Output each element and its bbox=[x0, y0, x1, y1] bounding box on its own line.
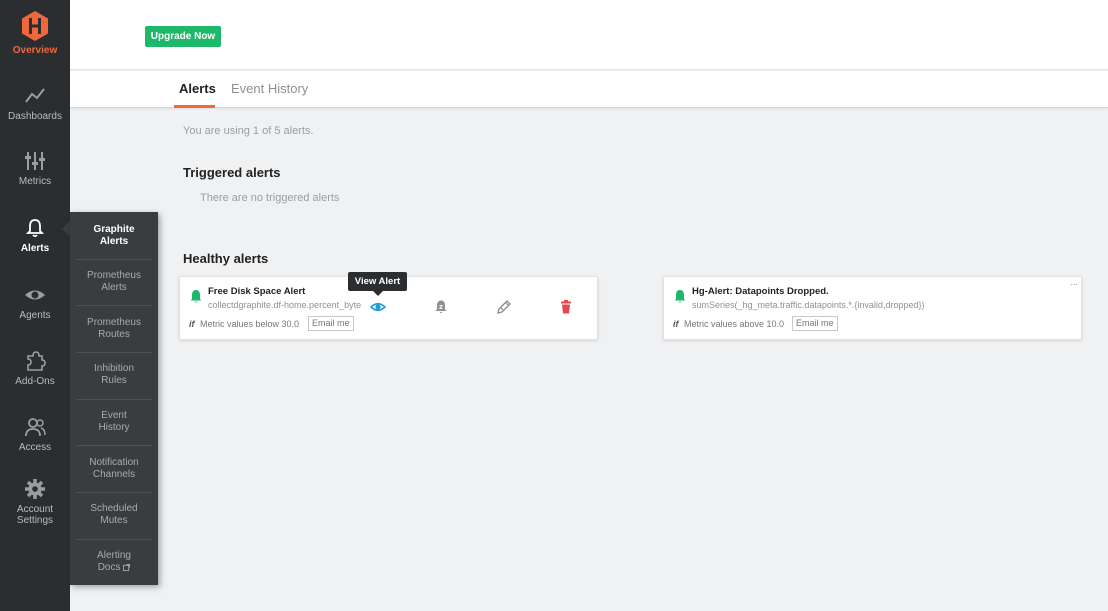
nav-dashboards-label: Dashboards bbox=[8, 111, 62, 122]
edit-alert-icon[interactable] bbox=[496, 299, 512, 315]
submenu-scheduled-mutes[interactable]: Scheduled Mutes bbox=[76, 503, 152, 526]
submenu-label: Rules bbox=[101, 374, 127, 386]
active-tab-indicator bbox=[174, 105, 215, 108]
nav-overview[interactable]: Overview bbox=[0, 10, 70, 56]
submenu-prometheus-alerts[interactable]: Prometheus Alerts bbox=[76, 270, 152, 293]
tab-bar: Alerts Event History bbox=[70, 71, 1108, 108]
tab-alerts[interactable]: Alerts bbox=[179, 81, 216, 96]
submenu-label: Channels bbox=[92, 468, 136, 480]
submenu-label: History bbox=[98, 421, 130, 433]
submenu-label: Docs bbox=[97, 561, 121, 573]
submenu-label: Alerts bbox=[99, 235, 129, 247]
submenu-inhibition-rules[interactable]: Inhibition Rules bbox=[76, 363, 152, 386]
alert-query: sumSeries(_hg_meta.traffic.datapoints.*.… bbox=[692, 300, 925, 310]
nav-account-settings-label-2: Settings bbox=[16, 515, 54, 526]
submenu-alerting-docs[interactable]: Alerting Docs bbox=[76, 550, 152, 573]
healthy-alerts-heading: Healthy alerts bbox=[183, 251, 269, 266]
divider bbox=[76, 259, 152, 260]
nav-metrics-label: Metrics bbox=[18, 176, 52, 187]
alert-name: Hg-Alert: Datapoints Dropped. bbox=[692, 286, 829, 297]
divider bbox=[76, 539, 152, 540]
submenu-graphite-alerts[interactable]: Graphite Alerts bbox=[76, 224, 152, 247]
submenu-label: Notification bbox=[89, 457, 139, 468]
top-bar: Upgrade Now bbox=[70, 0, 1108, 70]
email-me-badge[interactable]: Email me bbox=[308, 316, 354, 331]
submenu-label: Prometheus bbox=[87, 270, 141, 281]
sliders-icon bbox=[25, 152, 45, 170]
submenu-label: Event bbox=[101, 410, 127, 421]
nav-access[interactable]: Access bbox=[0, 416, 70, 453]
submenu-label: Scheduled bbox=[90, 503, 138, 514]
triggered-alerts-heading: Triggered alerts bbox=[183, 165, 281, 180]
nav-account-settings-label-1: Account bbox=[16, 504, 54, 515]
line-chart-icon bbox=[25, 88, 45, 103]
alert-condition: Metric values below 30.0 bbox=[200, 319, 300, 329]
alert-query: collectdgraphite.df-home.percent_byte bbox=[208, 300, 362, 310]
submenu-label: Mutes bbox=[100, 514, 128, 526]
upgrade-now-button[interactable]: Upgrade Now bbox=[145, 26, 221, 47]
nav-overview-label: Overview bbox=[12, 45, 58, 56]
hostedgraphite-logo-icon bbox=[22, 11, 48, 41]
submenu-event-history[interactable]: Event History bbox=[76, 410, 152, 433]
delete-alert-icon[interactable] bbox=[558, 299, 574, 315]
nav-agents-label: Agents bbox=[19, 310, 51, 321]
submenu-label: Routes bbox=[98, 328, 130, 340]
alerts-submenu: Graphite Alerts Prometheus Alerts Promethe… bbox=[70, 212, 158, 585]
bell-icon bbox=[674, 290, 686, 303]
puzzle-icon bbox=[27, 351, 46, 371]
mute-alert-icon[interactable]: Z bbox=[433, 299, 449, 315]
tab-event-history[interactable]: Event History bbox=[231, 81, 308, 96]
alert-condition: Metric values above 10.0 bbox=[684, 319, 785, 329]
view-alert-icon[interactable] bbox=[370, 299, 386, 315]
submenu-notification-channels[interactable]: Notification Channels bbox=[76, 457, 152, 480]
submenu-label: Inhibition bbox=[93, 363, 135, 374]
condition-if: if bbox=[189, 319, 195, 329]
submenu-label: Prometheus bbox=[87, 317, 141, 328]
bell-icon bbox=[190, 290, 202, 303]
users-icon bbox=[25, 418, 46, 437]
more-options-icon[interactable]: ... bbox=[1070, 277, 1078, 287]
external-link-icon bbox=[123, 563, 131, 571]
alert-card[interactable]: Hg-Alert: Datapoints Dropped. sumSeries(… bbox=[663, 276, 1082, 340]
submenu-label: Alerts bbox=[101, 281, 127, 293]
flyout-arrow bbox=[62, 221, 70, 237]
triggered-empty-text: There are no triggered alerts bbox=[200, 192, 340, 204]
submenu-label: Graphite bbox=[93, 224, 135, 235]
email-me-badge[interactable]: Email me bbox=[792, 316, 838, 331]
view-alert-tooltip: View Alert bbox=[348, 272, 407, 296]
nav-dashboards[interactable]: Dashboards bbox=[0, 85, 70, 122]
nav-access-label: Access bbox=[18, 442, 52, 453]
submenu-label: Alerting bbox=[97, 550, 131, 561]
eye-icon bbox=[25, 290, 45, 300]
nav-metrics[interactable]: Metrics bbox=[0, 150, 70, 187]
nav-addons-label: Add-Ons bbox=[15, 376, 55, 387]
divider bbox=[76, 492, 152, 493]
divider bbox=[76, 305, 152, 306]
divider bbox=[76, 399, 152, 400]
nav-account-settings[interactable]: Account Settings bbox=[0, 478, 70, 526]
gear-icon bbox=[25, 479, 45, 499]
bell-icon bbox=[25, 219, 45, 238]
nav-addons[interactable]: Add-Ons bbox=[0, 350, 70, 387]
alert-name: Free Disk Space Alert bbox=[208, 286, 306, 297]
submenu-prometheus-routes[interactable]: Prometheus Routes bbox=[76, 317, 152, 340]
divider bbox=[76, 445, 152, 446]
nav-alerts[interactable]: Alerts bbox=[0, 217, 70, 254]
nav-agents[interactable]: Agents bbox=[0, 284, 70, 321]
nav-alerts-label: Alerts bbox=[20, 243, 50, 254]
left-nav: Overview Dashboards Metrics Alerts Agent… bbox=[0, 0, 70, 611]
usage-text: You are using 1 of 5 alerts. bbox=[183, 125, 314, 137]
divider bbox=[76, 352, 152, 353]
svg-text:Z: Z bbox=[439, 305, 443, 311]
condition-if: if bbox=[673, 319, 679, 329]
